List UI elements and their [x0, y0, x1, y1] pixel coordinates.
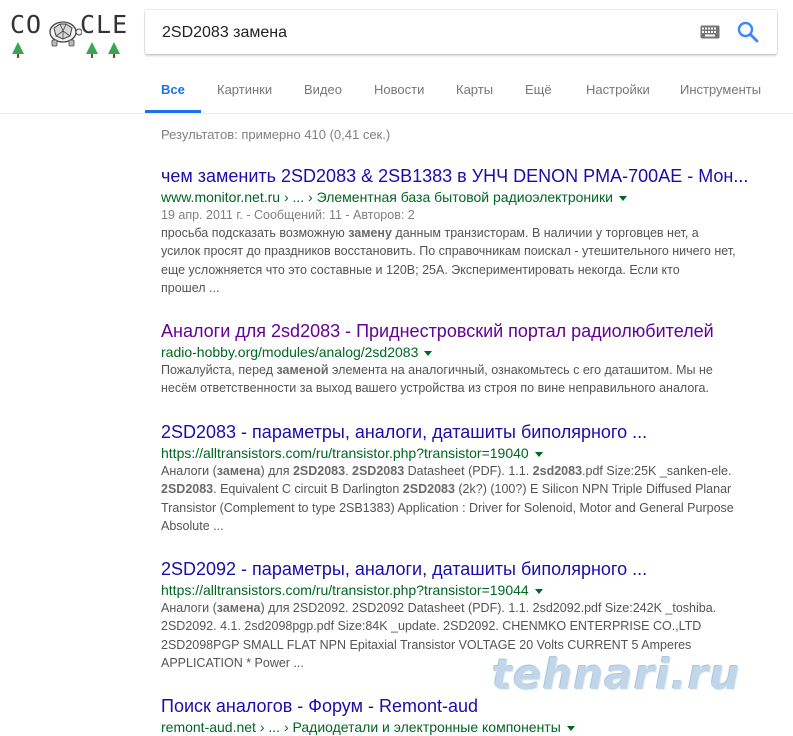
snippet-highlight: 2sd2083: [532, 464, 583, 478]
result-url: radio-hobby.org/modules/analog/2sd2083: [161, 343, 776, 361]
snippet-highlight: замена: [216, 464, 261, 478]
search-result: Поиск аналогов - Форум - Remont-aud remo…: [161, 695, 776, 736]
result-stats: Результатов: примерно 410 (0,41 сек.): [161, 127, 391, 142]
result-title-link[interactable]: чем заменить 2SD2083 & 2SB1383 в УНЧ DEN…: [161, 165, 776, 187]
search-result: чем заменить 2SD2083 & 2SB1383 в УНЧ DEN…: [161, 165, 776, 298]
active-tab-indicator: [145, 110, 201, 113]
snippet-line: 2SD2092. 4.1. 2sd2098pgp.pdf Size:84K _u…: [161, 619, 702, 634]
result-url-text[interactable]: https://alltransistors.com/ru/transistor…: [161, 582, 529, 598]
snippet-highlight: 2SD2083: [352, 464, 405, 478]
snippet-highlight: 2SD2083: [402, 482, 455, 497]
tree-icon: [108, 42, 120, 58]
watermark: tehnari.ru: [492, 650, 741, 699]
result-url: www.monitor.net.ru › ... › Элементная ба…: [161, 188, 776, 206]
tree-icon: [12, 42, 24, 58]
snippet-line: несём ответственности за выход вашего ус…: [161, 381, 709, 396]
search-icon[interactable]: [737, 21, 759, 43]
snippet-highlight: 2SD2083: [292, 464, 346, 478]
snippet-line: еще усложняется что это составные и 120В…: [161, 262, 680, 277]
dropdown-arrow-icon[interactable]: [618, 195, 627, 201]
snippet-line: Аналоги (замена) для 2SD2092. 2SD2092 Da…: [161, 601, 717, 615]
result-url: remont-aud.net › ... › Радиодетали и эле…: [161, 718, 776, 736]
tab-maps[interactable]: Карты: [456, 82, 493, 97]
result-url-text[interactable]: www.monitor.net.ru › ... › Элементная ба…: [161, 189, 613, 205]
tree-icon: [86, 42, 98, 58]
result-snippet: Пожалуйста, перед заменой элемента на ан…: [161, 361, 776, 398]
dropdown-arrow-icon[interactable]: [534, 588, 543, 594]
snippet-line: прошел ...: [161, 281, 220, 296]
result-url-text[interactable]: radio-hobby.org/modules/analog/2sd2083: [161, 344, 418, 360]
search-box: [145, 10, 777, 56]
snippet-highlight: 2SD2083: [161, 482, 214, 497]
tab-videos[interactable]: Видео: [304, 82, 342, 97]
snippet-line: Аналоги (замена) для 2SD2083. 2SD2083 Da…: [161, 464, 732, 478]
result-title-link[interactable]: 2SD2083 - параметры, аналоги, даташиты б…: [161, 421, 776, 443]
snippet-line: Пожалуйста, перед заменой элемента на ан…: [161, 363, 713, 377]
snippet-line: просьба подсказать возможную замену данн…: [161, 226, 699, 240]
snippet-highlight: заменой: [276, 363, 329, 377]
search-input[interactable]: [160, 10, 684, 56]
result-title-link[interactable]: Аналоги для 2sd2083 - Приднестровский по…: [161, 320, 776, 342]
tab-news[interactable]: Новости: [374, 82, 424, 97]
tab-images[interactable]: Картинки: [217, 82, 272, 97]
logo-right-text: CLE: [80, 10, 129, 39]
logo[interactable]: CO CLE: [8, 8, 128, 60]
search-result: 2SD2083 - параметры, аналоги, даташиты б…: [161, 421, 776, 536]
result-meta: 19 апр. 2011 г. - Сообщений: 11 - Авторо…: [161, 208, 415, 222]
tab-settings[interactable]: Настройки: [586, 82, 650, 97]
snippet-line: Absolute ...: [161, 519, 224, 534]
logo-left-text: CO: [10, 10, 43, 39]
search-tabs: Все Картинки Видео Новости Карты Ещё Нас…: [0, 58, 793, 114]
snippet-line: Transistor (Complement to type 2SB1383) …: [161, 500, 734, 515]
snippet-highlight: замена: [216, 601, 261, 615]
result-url-text[interactable]: https://alltransistors.com/ru/transistor…: [161, 445, 529, 461]
snippet-highlight: замену: [348, 226, 392, 240]
result-url-text[interactable]: remont-aud.net › ... › Радиодетали и эле…: [161, 719, 561, 735]
result-url: https://alltransistors.com/ru/transistor…: [161, 581, 776, 599]
tab-tools[interactable]: Инструменты: [680, 82, 761, 97]
keyboard-icon[interactable]: [700, 25, 720, 39]
dropdown-arrow-icon[interactable]: [424, 350, 433, 356]
snippet-line: 2SD2083. Equivalent C circuit B Darlingt…: [161, 482, 732, 497]
result-title-link[interactable]: 2SD2092 - параметры, аналоги, даташиты б…: [161, 558, 776, 580]
dropdown-arrow-icon[interactable]: [534, 451, 543, 457]
tab-more[interactable]: Ещё: [525, 82, 552, 97]
result-snippet: просьба подсказать возможную замену данн…: [161, 224, 776, 298]
turtle-icon: [49, 21, 82, 47]
result-url: https://alltransistors.com/ru/transistor…: [161, 444, 776, 462]
result-snippet: Аналоги (замена) для 2SD2083. 2SD2083 Da…: [161, 462, 776, 536]
snippet-line: усилок просят до праздников восстановить…: [161, 244, 736, 259]
search-result: Аналоги для 2sd2083 - Приднестровский по…: [161, 320, 776, 398]
tab-all[interactable]: Все: [161, 82, 185, 97]
dropdown-arrow-icon[interactable]: [566, 725, 575, 731]
